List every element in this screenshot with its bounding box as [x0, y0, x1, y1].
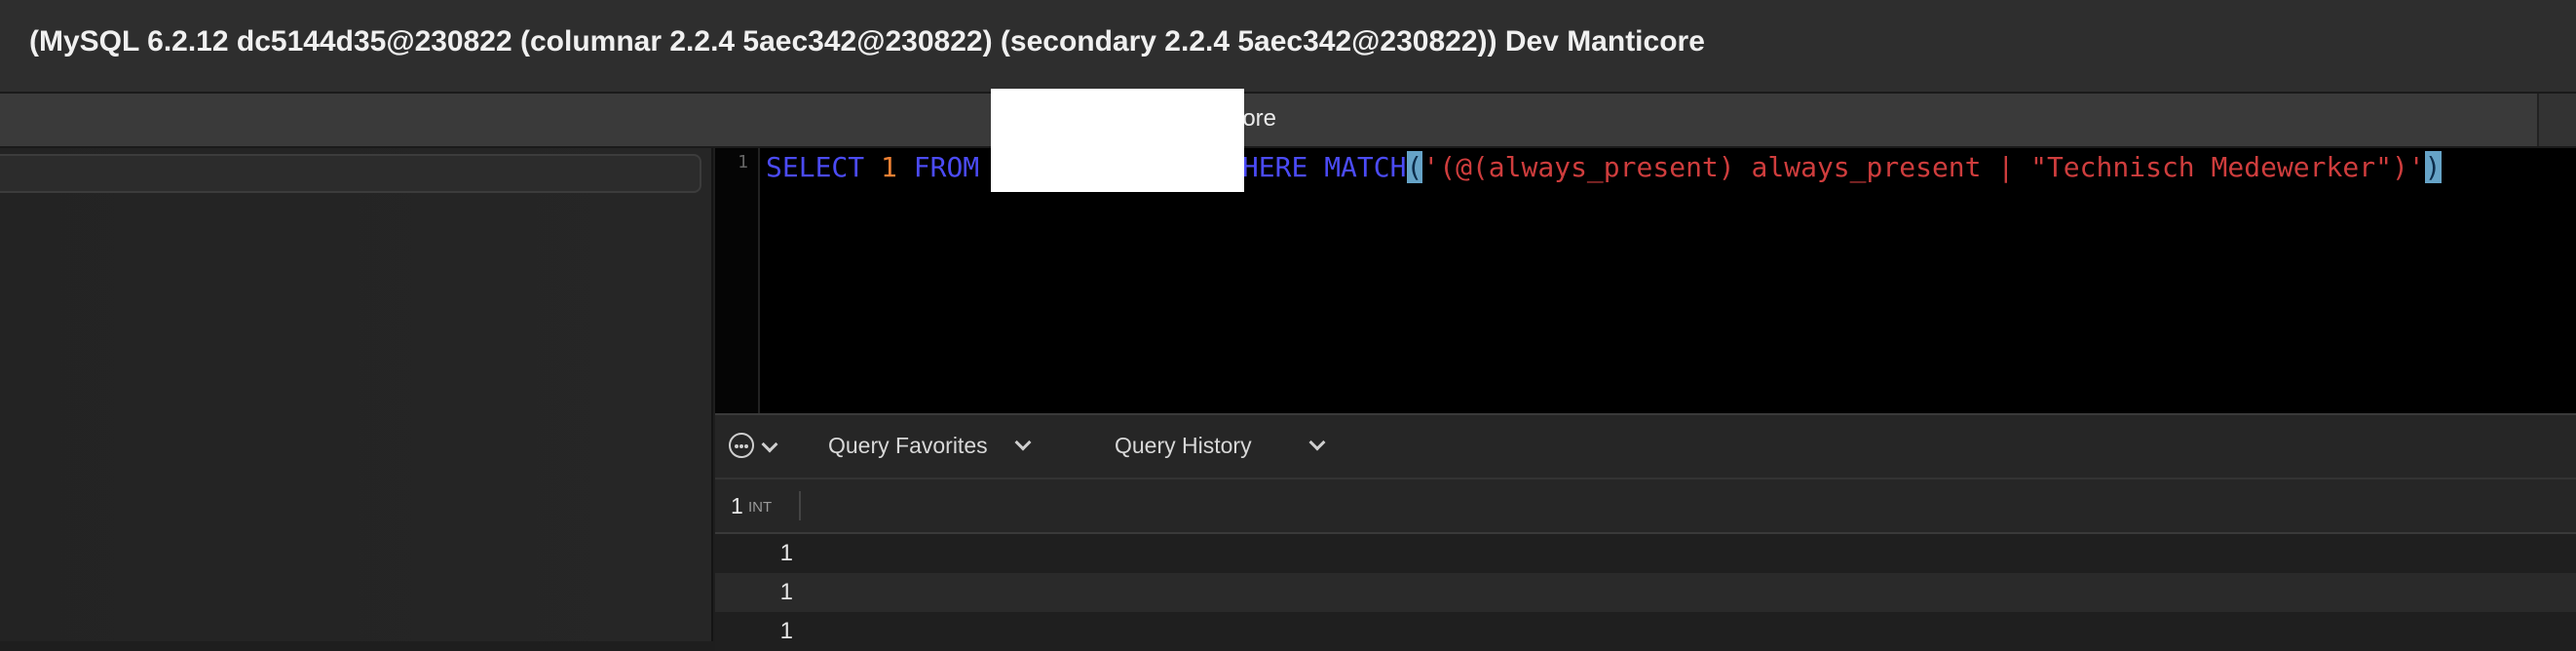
keyword-from: FROM — [913, 151, 980, 183]
query-history-button[interactable]: Query History — [1115, 433, 1252, 459]
results-header: 1 INT — [715, 479, 2576, 534]
redaction-block — [991, 89, 1244, 192]
ellipsis-icon — [729, 433, 754, 458]
close-paren-highlight: ) — [2424, 151, 2442, 183]
chevron-down-icon[interactable] — [1014, 434, 1032, 451]
query-tab[interactable]: icore — [0, 94, 2539, 146]
line-gutter: 1 — [715, 148, 760, 413]
column-header-type: INT — [748, 499, 773, 516]
table-cell: 1 — [779, 579, 793, 605]
function-match: MATCH — [1324, 151, 1407, 183]
sidebar — [0, 148, 713, 641]
query-toolbar: Query Favorites Query History — [715, 413, 2576, 479]
chevron-down-icon[interactable] — [1308, 434, 1326, 451]
column-divider[interactable] — [799, 491, 801, 520]
table-row[interactable]: 1 — [715, 612, 2576, 651]
query-actions-button[interactable] — [729, 433, 787, 462]
line-number: 1 — [738, 152, 748, 172]
window-title: (MySQL 6.2.12 dc5144d35@230822 (columnar… — [29, 25, 1705, 57]
chevron-down-icon — [761, 436, 778, 453]
open-paren-highlight: ( — [1406, 151, 1423, 183]
tab-bar: icore — [0, 94, 2576, 148]
title-bar: (MySQL 6.2.12 dc5144d35@230822 (columnar… — [0, 0, 2576, 94]
keyword-select: SELECT — [766, 151, 865, 183]
table-row[interactable]: 1 — [715, 534, 2576, 573]
column-header-name[interactable]: 1 — [731, 493, 743, 519]
table-cell: 1 — [779, 540, 793, 566]
number-literal: 1 — [881, 151, 897, 183]
table-filter-input[interactable] — [0, 154, 701, 193]
table-row[interactable]: 1 — [715, 573, 2576, 612]
match-string: '(@(always_present) always_present | "Te… — [1422, 151, 2425, 183]
query-favorites-button[interactable]: Query Favorites — [828, 433, 988, 459]
